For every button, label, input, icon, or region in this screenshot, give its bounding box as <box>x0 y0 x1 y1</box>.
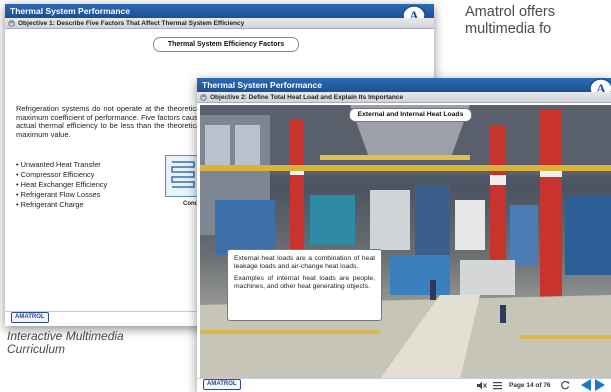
list-item: Heat Exchanger Efficiency <box>16 180 108 190</box>
amatrol-footer-logo: AMATROL <box>203 379 241 390</box>
factor-list: Unwanted Heat Transfer Compressor Effici… <box>16 160 108 210</box>
front-lesson-window[interactable]: Thermal System Performance A Objective 2… <box>197 78 611 392</box>
front-footer: AMATROL Page 14 of 76 <box>197 378 611 392</box>
menu-icon[interactable] <box>493 381 502 390</box>
chevron-down-icon[interactable] <box>8 20 15 27</box>
list-item: Compressor Efficiency <box>16 170 107 180</box>
next-arrow-icon[interactable] <box>595 379 605 391</box>
mute-icon[interactable] <box>477 381 487 390</box>
section-title: Thermal System Efficiency Factors <box>153 37 299 52</box>
info-paragraph: Examples of internal heat loads are peop… <box>234 275 375 290</box>
refresh-icon[interactable] <box>560 380 570 390</box>
curriculum-caption: Interactive Multimedia Curriculum <box>7 329 124 356</box>
objective-bar[interactable]: Objective 2: Define Total Heat Load and … <box>197 92 611 103</box>
info-paragraph: External heat loads are a combination of… <box>234 255 375 270</box>
info-callout: External heat loads are a combination of… <box>227 249 382 321</box>
objective-text: Objective 2: Define Total Heat Load and … <box>210 94 404 101</box>
condenser-coil-diagram <box>165 155 201 197</box>
factory-floor-photo: External and Internal Heat Loads Externa… <box>200 105 611 379</box>
chevron-down-icon[interactable] <box>200 94 207 101</box>
list-item: Refrigerant Charge <box>16 200 107 210</box>
body-paragraph: Refrigeration systems do not operate at … <box>16 104 202 139</box>
list-item: Unwanted Heat Transfer <box>16 160 107 170</box>
prev-arrow-icon[interactable] <box>581 379 591 391</box>
back-window-title: Thermal System Performance <box>5 4 434 18</box>
marketing-headline: Amatrol offers multimedia fo <box>465 4 555 37</box>
front-window-title: Thermal System Performance <box>197 78 611 92</box>
list-item: Refrigerant Flow Losses <box>16 190 107 200</box>
factory-scene-image <box>200 105 611 379</box>
objective-bar[interactable]: Objective 1: Describe Five Factors That … <box>5 18 434 29</box>
objective-text: Objective 1: Describe Five Factors That … <box>18 20 245 27</box>
page-indicator: Page 14 of 76 <box>509 382 551 389</box>
amatrol-footer-logo: AMATROL <box>11 312 49 323</box>
photo-caption: External and Internal Heat Loads <box>349 108 472 122</box>
